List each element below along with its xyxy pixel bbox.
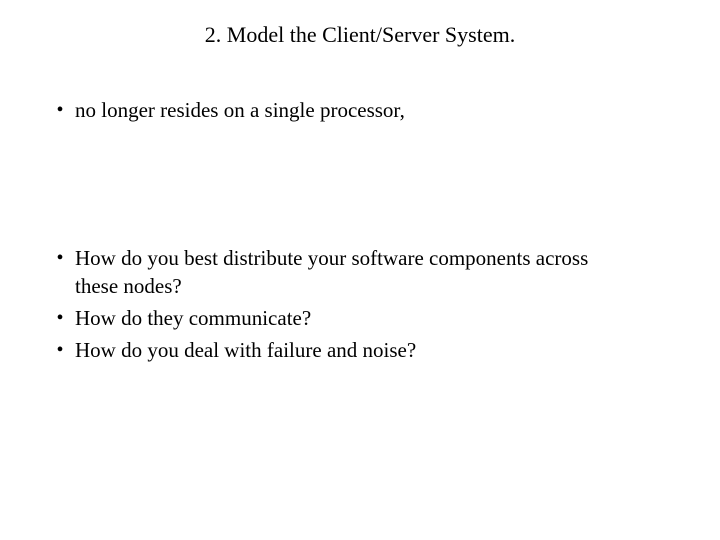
bullet-text: How do you deal with failure and noise? xyxy=(75,336,456,364)
bullet-marker: • xyxy=(45,96,75,124)
bullet-item: • How do you deal with failure and noise… xyxy=(45,336,675,364)
bullet-text: no longer resides on a single processor, xyxy=(75,96,445,124)
bullet-group-2: • How do you best distribute your softwa… xyxy=(45,244,675,364)
bullet-marker: • xyxy=(45,336,75,364)
bullet-marker: • xyxy=(45,244,75,272)
slide-container: 2. Model the Client/Server System. • no … xyxy=(0,0,720,540)
bullet-group-1: • no longer resides on a single processo… xyxy=(45,96,675,124)
slide-title: 2. Model the Client/Server System. xyxy=(45,22,675,48)
bullet-text: How do you best distribute your software… xyxy=(75,244,675,300)
bullet-text: How do they communicate? xyxy=(75,304,351,332)
bullet-item: • How do you best distribute your softwa… xyxy=(45,244,675,300)
bullet-item: • no longer resides on a single processo… xyxy=(45,96,675,124)
bullet-marker: • xyxy=(45,304,75,332)
bullet-item: • How do they communicate? xyxy=(45,304,675,332)
